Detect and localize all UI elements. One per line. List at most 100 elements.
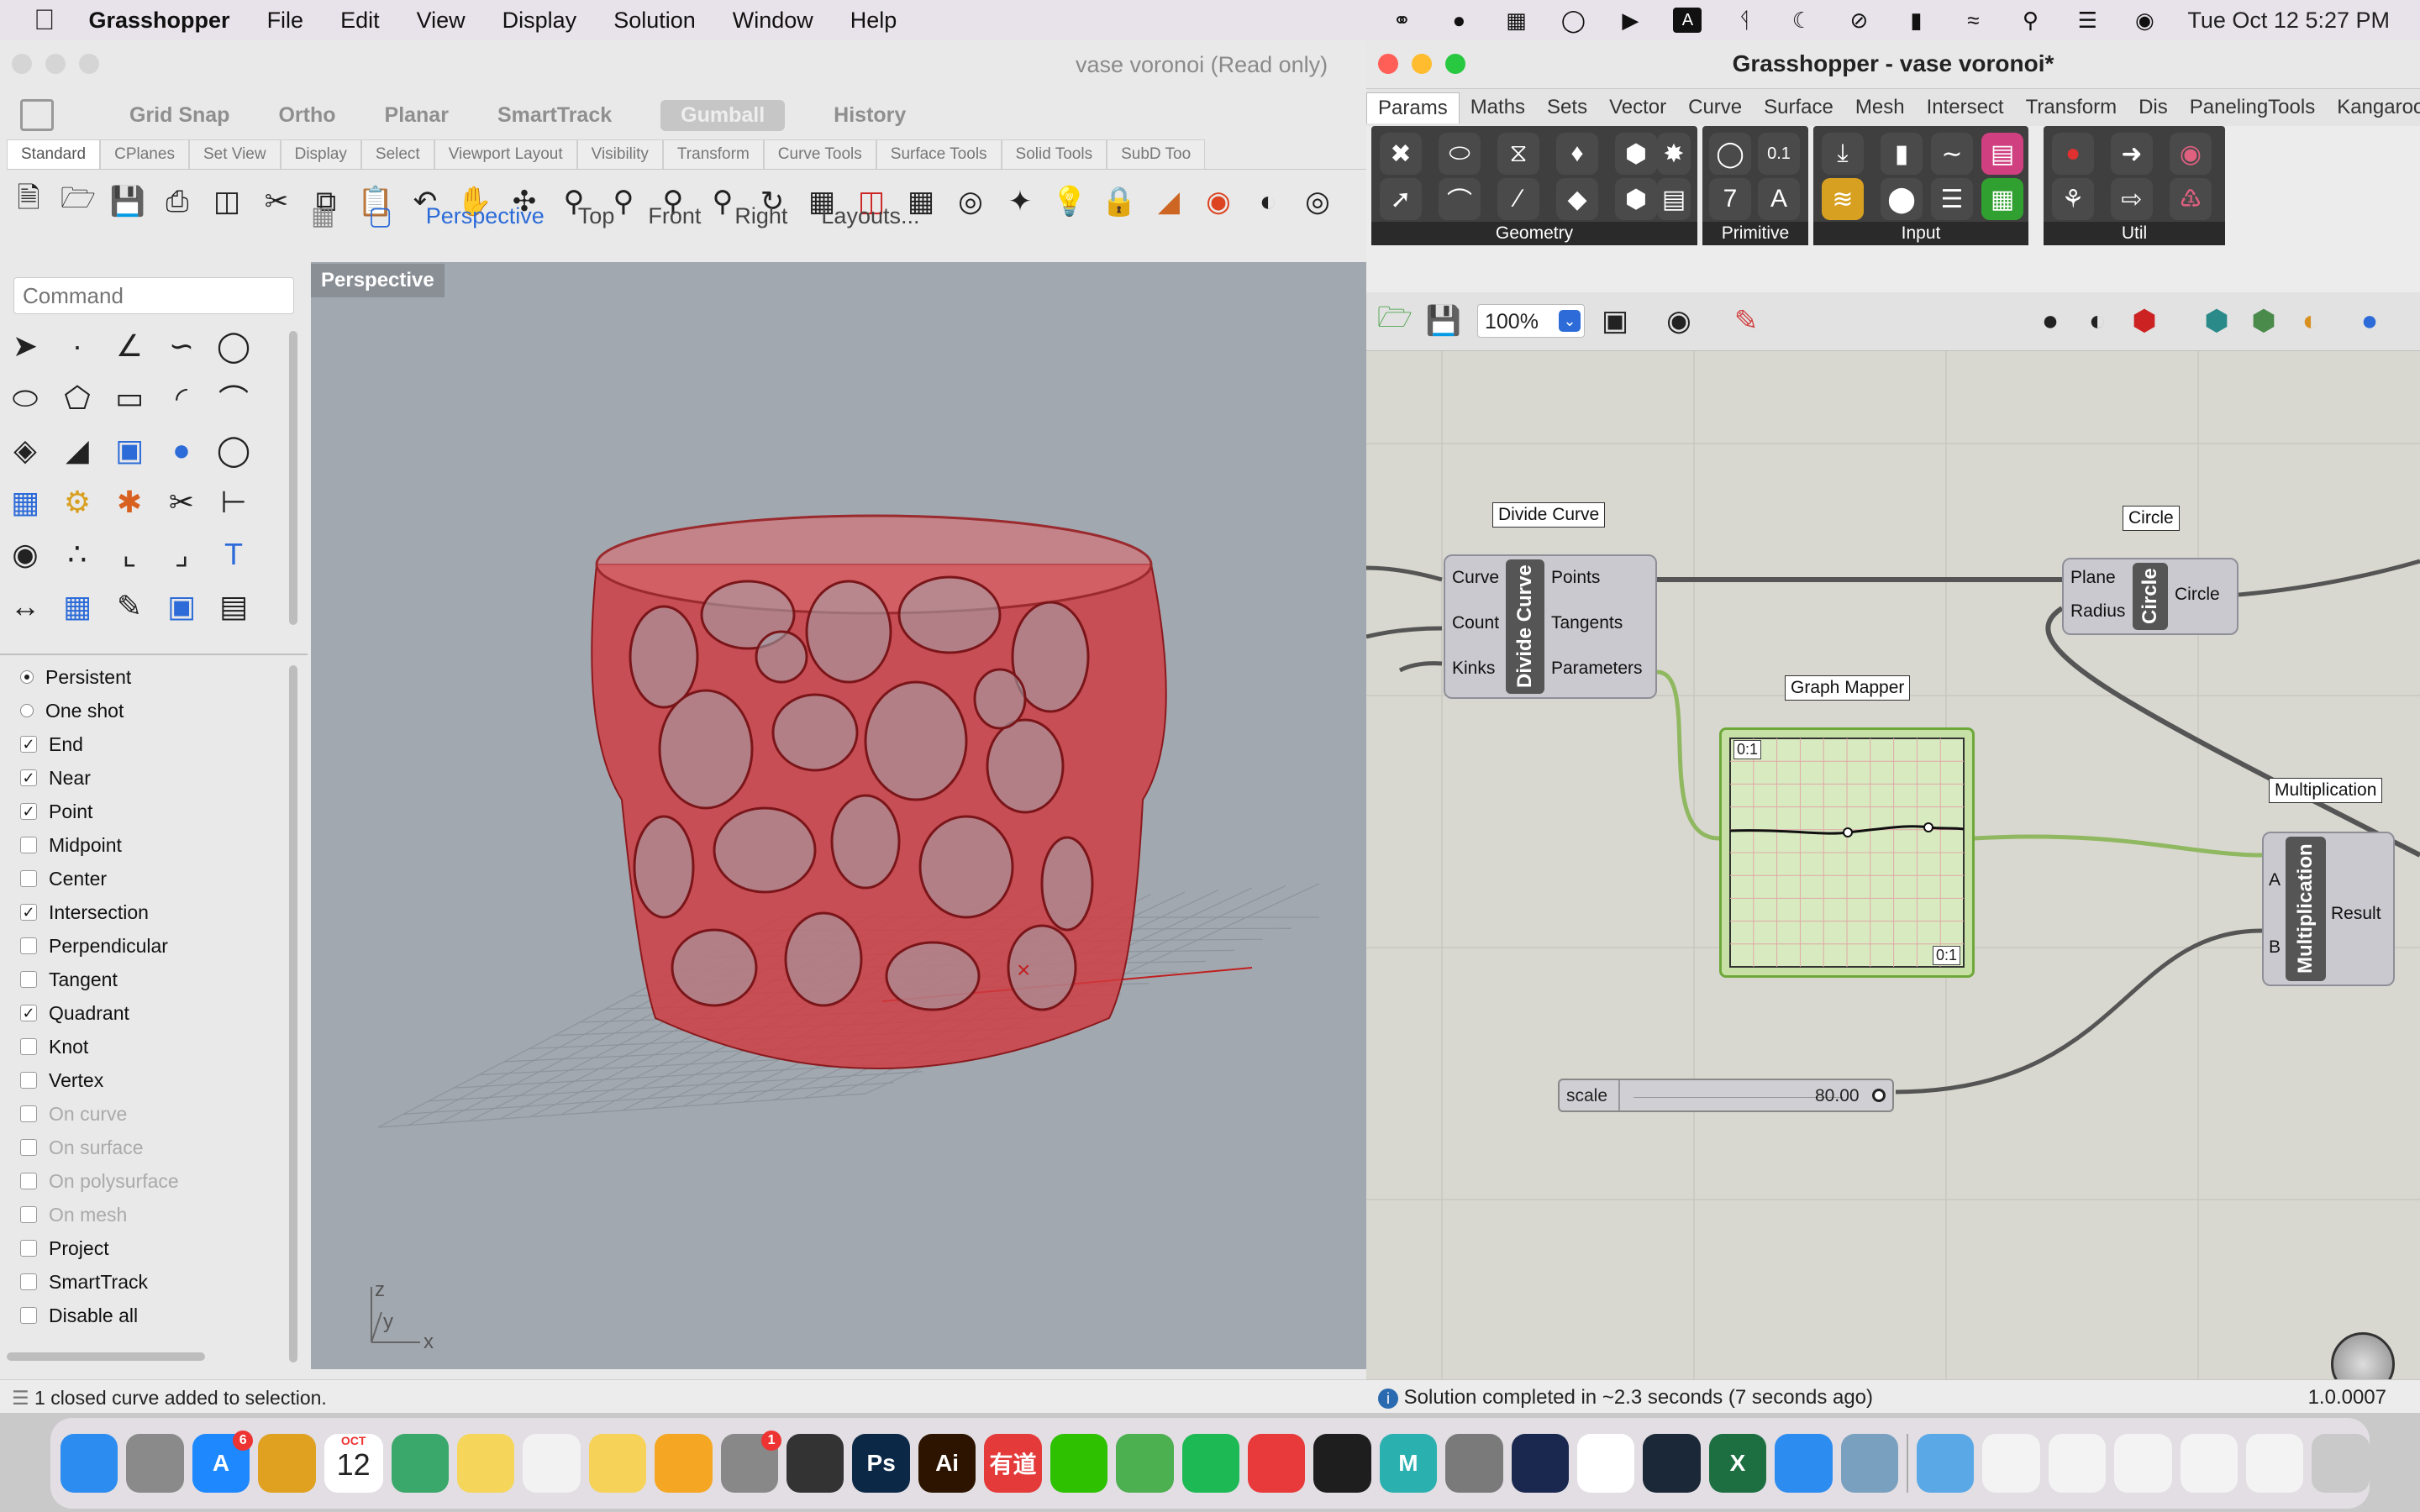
checkbox-icon[interactable] <box>20 1307 37 1324</box>
circle-component[interactable]: Plane Radius Circle Circle <box>2062 558 2238 635</box>
param-integer-icon[interactable]: 7 <box>1709 178 1751 220</box>
output-points[interactable]: Points <box>1551 568 1600 588</box>
preview-wire-icon[interactable]: ◐ <box>2077 301 2118 341</box>
param-plane-icon[interactable]: ◆ <box>1556 178 1598 220</box>
dock-wechat-icon[interactable] <box>1050 1434 1108 1493</box>
menu-solution[interactable]: Solution <box>613 8 696 34</box>
dock-folder-icon[interactable] <box>1916 1434 1975 1493</box>
param-arc-icon[interactable]: ⌒ <box>1439 178 1481 220</box>
input-curve[interactable]: Curve <box>1452 568 1499 588</box>
surface-icon[interactable]: ◈ <box>5 430 45 470</box>
dock-final-cut-icon[interactable] <box>786 1434 844 1493</box>
hatch-icon[interactable]: ▤ <box>213 586 254 627</box>
param-text-icon[interactable]: A <box>1758 178 1800 220</box>
osnap-item[interactable]: On surface <box>20 1131 289 1164</box>
select-icon[interactable]: ✦ <box>1000 181 1040 222</box>
checkbox-icon[interactable] <box>20 870 37 887</box>
dock-finder-icon[interactable] <box>60 1434 118 1493</box>
osnap-item[interactable]: SmartTrack <box>20 1265 289 1299</box>
sidebar-toggle-icon[interactable] <box>20 99 54 131</box>
osnap-item[interactable]: Disable all <box>20 1299 289 1332</box>
wifi-icon[interactable]: ≈ <box>1959 8 1987 33</box>
perspective-viewport[interactable]: × z y x <box>311 262 1366 1369</box>
dock-slack-icon[interactable] <box>1576 1434 1635 1493</box>
dock-doc4-icon[interactable] <box>2180 1434 2238 1493</box>
panel-input-icon[interactable]: ▦ <box>1981 178 2023 220</box>
polygon-icon[interactable]: ⬠ <box>57 378 97 418</box>
control-center-icon[interactable]: ☰ <box>2073 8 2102 33</box>
trim-icon[interactable]: ⌞ <box>109 534 150 575</box>
vpn-icon[interactable]: ◯ <box>1559 8 1587 33</box>
osnap-item[interactable]: Center <box>20 862 289 895</box>
param-brep-icon[interactable]: ⬢ <box>1615 133 1657 175</box>
single-view-icon[interactable]: ▢ <box>368 202 392 231</box>
dock-doc5-icon[interactable] <box>2245 1434 2304 1493</box>
toggle-input-icon[interactable]: ▮ <box>1881 133 1923 175</box>
osnap-item[interactable]: ✓ End <box>20 727 289 761</box>
output-result[interactable]: Result <box>2331 904 2381 924</box>
gh-tab-maths[interactable]: Maths <box>1460 92 1536 123</box>
ellipse-icon[interactable]: ⬭ <box>5 378 45 418</box>
mesh-sphere-icon[interactable]: ◎ <box>1297 181 1338 222</box>
geometry-label[interactable]: Geometry <box>1371 222 1697 245</box>
point-icon[interactable]: · <box>57 326 97 366</box>
tab-subd-tools[interactable]: SubD Too <box>1107 139 1206 169</box>
four-view-icon[interactable]: ▦ <box>311 202 334 231</box>
dock-maya-icon[interactable]: M <box>1379 1434 1438 1493</box>
tab-right[interactable]: Right <box>734 203 787 229</box>
param-surface-icon[interactable]: ♦ <box>1556 133 1598 175</box>
checkbox-icon[interactable] <box>20 1038 37 1055</box>
dock-stickies-icon[interactable] <box>588 1434 647 1493</box>
gh-tab-display[interactable]: Dis <box>2128 92 2179 123</box>
preview-eye-icon[interactable]: ◉ <box>1659 301 1699 341</box>
osnap-item[interactable]: ✓ Quadrant <box>20 996 289 1030</box>
dock-doc3-icon[interactable] <box>2114 1434 2172 1493</box>
input-kinks[interactable]: Kinks <box>1452 659 1495 679</box>
checkbox-icon[interactable] <box>20 1273 37 1290</box>
box-icon[interactable]: ▣ <box>109 430 150 470</box>
color-wheel-icon[interactable]: ◉ <box>1198 181 1239 222</box>
radio-icon[interactable] <box>20 704 34 717</box>
tab-surface-tools[interactable]: Surface Tools <box>876 139 1002 169</box>
fillet-icon[interactable]: ⌒ <box>213 378 254 418</box>
rhino-close-button[interactable] <box>12 54 32 74</box>
sketch-icon[interactable]: ✎ <box>1726 301 1766 341</box>
value-list-icon[interactable]: ☰ <box>1931 178 1973 220</box>
scale-slider[interactable]: scale 80.00 <box>1558 1079 1894 1112</box>
tab-top[interactable]: Top <box>578 203 615 229</box>
render-preview-icon[interactable]: ● <box>2349 301 2390 341</box>
ortho-toggle[interactable]: Ortho <box>278 103 335 128</box>
checkbox-icon[interactable] <box>20 1105 37 1122</box>
dock-safari-icon[interactable] <box>1775 1434 1833 1493</box>
flask-icon[interactable]: ♳ <box>2170 178 2212 220</box>
cylinder-icon[interactable]: ◯ <box>213 430 254 470</box>
input-count[interactable]: Count <box>1452 613 1499 633</box>
boolean-icon[interactable]: ● <box>161 430 202 470</box>
slider-track[interactable] <box>1634 1097 1844 1098</box>
gh-tab-surface[interactable]: Surface <box>1753 92 1844 123</box>
relay-icon[interactable]: ⇨ <box>2111 178 2153 220</box>
dock-system-preferences-icon[interactable]: 1 <box>720 1431 782 1493</box>
tab-set-view[interactable]: Set View <box>188 139 281 169</box>
rectangle-icon[interactable]: ▭ <box>109 378 150 418</box>
tab-perspective[interactable]: Perspective <box>426 203 544 229</box>
checkbox-icon[interactable] <box>20 971 37 988</box>
dock-pages-icon[interactable] <box>655 1434 713 1493</box>
param-line-icon[interactable]: ∕ <box>1497 178 1539 220</box>
graph-mapper-icon[interactable]: ≋ <box>1822 178 1864 220</box>
input-label[interactable]: Input <box>1813 222 2028 245</box>
tab-front[interactable]: Front <box>648 203 701 229</box>
osnap-item[interactable]: On polysurface <box>20 1164 289 1198</box>
dock-spotify-icon[interactable] <box>1181 1434 1239 1493</box>
spotlight-icon[interactable]: ⚲ <box>2016 8 2044 33</box>
explode-icon[interactable]: ✱ <box>109 482 150 522</box>
multiplication-component[interactable]: A B Multiplication Result <box>2262 832 2395 986</box>
dock-calendar-icon[interactable]: OCT 12 <box>324 1434 383 1493</box>
dock-map-icon[interactable] <box>1116 1434 1174 1493</box>
dock-preview-icon[interactable] <box>1840 1434 1898 1493</box>
wechat-icon[interactable]: ● <box>1444 8 1473 33</box>
tab-select[interactable]: Select <box>360 139 434 169</box>
input-method-icon[interactable]: A <box>1673 8 1702 33</box>
checkbox-icon[interactable] <box>20 937 37 954</box>
print-icon[interactable]: ⎙ <box>157 181 197 222</box>
